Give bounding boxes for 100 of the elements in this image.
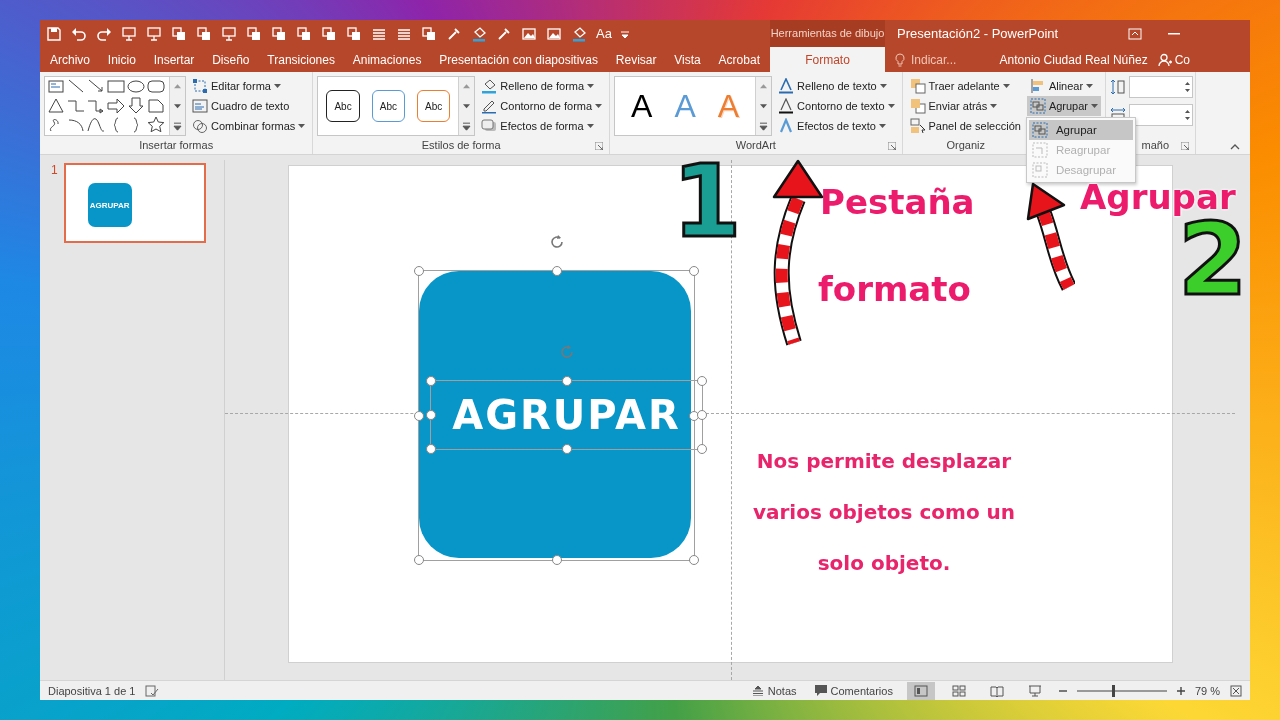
layers-icon[interactable] bbox=[346, 25, 362, 42]
picture-icon[interactable] bbox=[546, 25, 562, 42]
style-swatch[interactable]: Abc bbox=[371, 90, 405, 122]
tell-me-field[interactable]: Indicar... bbox=[909, 51, 983, 68]
snip-shape-icon[interactable] bbox=[147, 97, 165, 114]
wordart-style[interactable]: A bbox=[631, 87, 653, 125]
resize-handle[interactable] bbox=[426, 410, 436, 420]
ribbon-button[interactable]: Editar forma bbox=[189, 76, 309, 96]
ribbon-tab[interactable]: Archivo bbox=[48, 47, 92, 72]
ribbon-button[interactable]: Relleno de texto bbox=[775, 76, 898, 96]
fit-to-window-icon[interactable] bbox=[1230, 684, 1242, 697]
eyedropper-icon[interactable] bbox=[496, 25, 512, 42]
customize-caret-icon[interactable] bbox=[620, 29, 629, 38]
right-arrow-icon[interactable] bbox=[107, 97, 125, 114]
notes-button[interactable]: Notas bbox=[747, 681, 801, 700]
oval-icon[interactable] bbox=[127, 78, 145, 95]
ribbon-button[interactable]: Traer adelante bbox=[906, 76, 1024, 96]
scroll-up-icon[interactable] bbox=[459, 77, 475, 97]
ribbon-button[interactable]: Contorno de texto bbox=[775, 96, 898, 116]
slider-thumb[interactable] bbox=[1111, 684, 1115, 697]
layers-icon[interactable] bbox=[321, 25, 337, 42]
layers-icon[interactable] bbox=[271, 25, 287, 42]
rounded-rectangle-icon[interactable] bbox=[147, 78, 165, 95]
font-size-button[interactable]: Aa bbox=[596, 26, 612, 41]
spell-check-icon[interactable] bbox=[145, 684, 160, 697]
resize-handle[interactable] bbox=[426, 376, 436, 386]
paint-bucket-icon[interactable] bbox=[471, 25, 487, 42]
layers-icon[interactable] bbox=[296, 25, 312, 42]
resize-handle[interactable] bbox=[697, 444, 707, 454]
size-field[interactable] bbox=[1129, 104, 1193, 126]
resize-handle[interactable] bbox=[551, 555, 562, 565]
ribbon-tab[interactable]: Revisar bbox=[613, 47, 659, 72]
ribbon-button[interactable]: Alinear bbox=[1026, 76, 1101, 96]
dialog-launcher-icon[interactable] bbox=[887, 142, 896, 150]
eyedropper-icon[interactable] bbox=[446, 25, 462, 42]
ribbon-button[interactable]: Efectos de forma bbox=[478, 116, 606, 136]
collapse-ribbon-icon[interactable] bbox=[1230, 144, 1240, 150]
layers-icon[interactable] bbox=[421, 25, 437, 42]
ribbon-button[interactable]: Enviar atrás bbox=[906, 96, 1024, 116]
minimize-icon[interactable] bbox=[1168, 32, 1180, 35]
resize-handle[interactable] bbox=[697, 376, 707, 386]
triangle-icon[interactable] bbox=[47, 97, 65, 114]
ribbon-tab[interactable]: Animaciones bbox=[350, 47, 424, 72]
curve-icon[interactable] bbox=[87, 116, 105, 133]
style-swatch[interactable]: Abc bbox=[417, 90, 451, 122]
down-arrow-icon[interactable] bbox=[127, 97, 145, 114]
zoom-level[interactable]: 79 % bbox=[1194, 684, 1220, 697]
resize-handle[interactable] bbox=[426, 444, 436, 454]
ribbon-button[interactable]: Contorno de forma bbox=[478, 96, 606, 116]
ribbon-tab[interactable]: Inicio bbox=[105, 47, 138, 72]
style-swatch[interactable]: Abc bbox=[326, 90, 360, 122]
ribbon-tab[interactable]: Vista bbox=[672, 47, 703, 72]
dialog-launcher-icon[interactable] bbox=[595, 142, 604, 150]
resize-handle[interactable] bbox=[414, 410, 424, 421]
ribbon-button[interactable]: Agrupar bbox=[1026, 96, 1101, 116]
ribbon-tab[interactable]: Diseño bbox=[210, 47, 252, 72]
line-icon[interactable] bbox=[67, 78, 85, 95]
projector-screen-icon[interactable] bbox=[221, 25, 237, 42]
comments-button[interactable]: Comentarios bbox=[810, 681, 897, 700]
ribbon-display-icon[interactable] bbox=[1128, 27, 1142, 40]
ribbon-tab[interactable]: Acrobat bbox=[716, 47, 762, 72]
picture-icon[interactable] bbox=[521, 25, 537, 42]
zoom-in-icon[interactable] bbox=[1176, 686, 1185, 695]
ribbon-button[interactable]: Relleno de forma bbox=[478, 76, 606, 96]
resize-handle[interactable] bbox=[689, 555, 699, 565]
arc-icon[interactable] bbox=[67, 116, 85, 133]
ribbon-button[interactable]: Combinar formas bbox=[189, 116, 309, 136]
resize-handle[interactable] bbox=[561, 444, 572, 454]
view-button[interactable] bbox=[906, 681, 935, 700]
resize-handle[interactable] bbox=[551, 266, 562, 276]
arrow-line-icon[interactable] bbox=[87, 78, 105, 95]
dialog-launcher-icon[interactable] bbox=[1181, 142, 1189, 150]
spinner-icon[interactable] bbox=[1183, 79, 1192, 95]
ribbon-button[interactable]: Cuadro de texto bbox=[189, 96, 309, 116]
resize-handle[interactable] bbox=[414, 555, 424, 565]
scroll-up-icon[interactable] bbox=[756, 77, 772, 97]
layers-icon[interactable] bbox=[246, 25, 262, 42]
resize-handle[interactable] bbox=[414, 266, 424, 276]
ribbon-tab[interactable]: Formato bbox=[770, 47, 885, 72]
star-icon[interactable] bbox=[147, 116, 165, 133]
ribbon-tab[interactable]: Presentación con diapositivas bbox=[437, 47, 600, 72]
elbow-arrow-icon[interactable] bbox=[87, 97, 105, 114]
resize-handle[interactable] bbox=[697, 410, 707, 420]
layers-icon[interactable] bbox=[171, 25, 187, 42]
ribbon-tab[interactable]: Transiciones bbox=[265, 47, 337, 72]
ribbon-tab[interactable]: Insertar bbox=[151, 47, 197, 72]
size-field[interactable] bbox=[1129, 76, 1193, 98]
ribbon-button[interactable]: Efectos de texto bbox=[775, 116, 898, 136]
save-icon[interactable] bbox=[46, 25, 62, 42]
scroll-up-icon[interactable] bbox=[170, 77, 185, 97]
resize-handle[interactable] bbox=[689, 266, 699, 276]
monitor-icon[interactable] bbox=[146, 25, 162, 42]
spinner-icon[interactable] bbox=[1183, 107, 1192, 123]
projector-screen-icon[interactable] bbox=[121, 25, 137, 42]
share-button[interactable]: Co bbox=[1157, 47, 1250, 72]
paint-bucket-icon[interactable] bbox=[571, 25, 587, 42]
menu-item[interactable]: Agrupar bbox=[1028, 120, 1133, 140]
ribbon-button[interactable]: Panel de selección bbox=[906, 116, 1024, 136]
resize-handle[interactable] bbox=[561, 376, 572, 386]
redo-icon[interactable] bbox=[96, 25, 112, 42]
